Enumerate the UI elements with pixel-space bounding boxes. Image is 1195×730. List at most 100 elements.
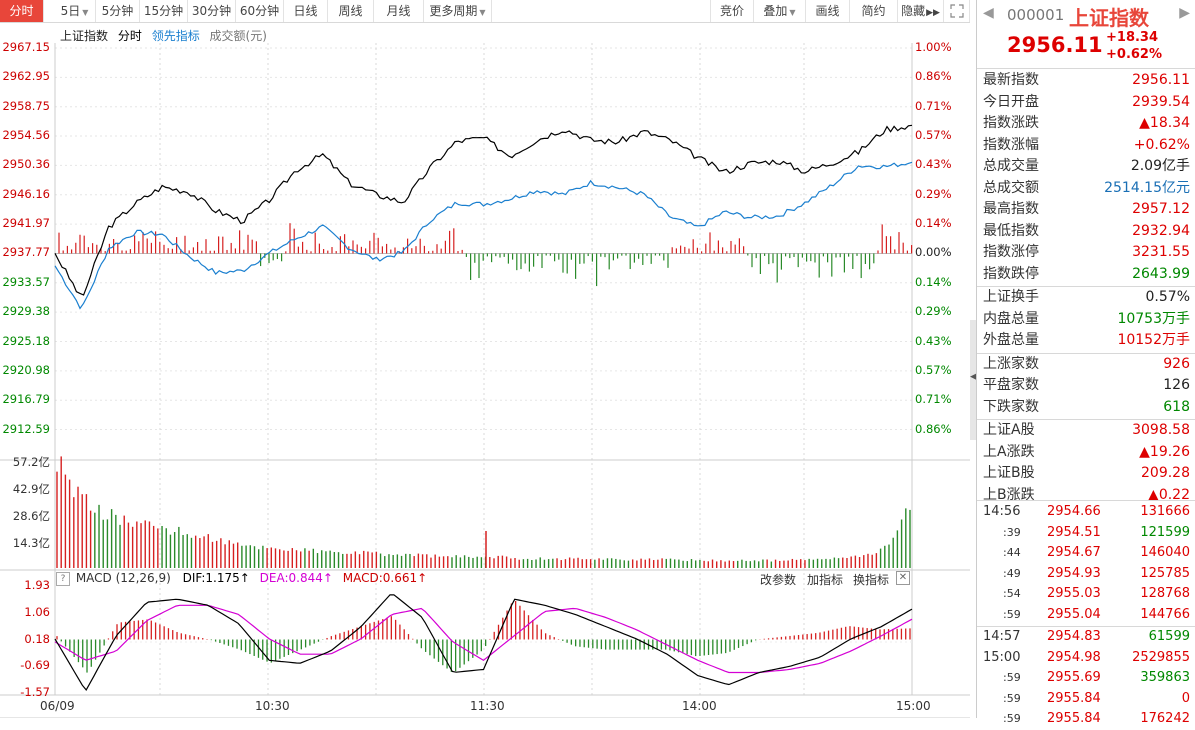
tick-price: 2955.03 xyxy=(1047,586,1101,601)
prev-stock-icon[interactable]: ◀ xyxy=(983,5,994,21)
tab-monthly[interactable]: 月线 xyxy=(374,0,424,22)
draw-line-button[interactable]: 画线 xyxy=(806,0,850,22)
legend-index: 上证指数 xyxy=(60,29,109,43)
expand-icon[interactable] xyxy=(944,0,970,22)
price-tick: 2933.57 xyxy=(2,274,50,289)
stat-value: ▲18.34 xyxy=(1139,115,1190,131)
tick-row: 14:56 2954.66 131666 xyxy=(977,502,1195,523)
tab-intraday[interactable]: 分时 xyxy=(0,0,44,22)
tab-5min[interactable]: 5分钟 xyxy=(96,0,140,22)
legend-amount: 成交额(元) xyxy=(209,29,267,43)
stat-row: 上涨家数 926 xyxy=(977,354,1195,375)
tick-volume: 125785 xyxy=(1140,565,1190,581)
percent-tick: 0.29% xyxy=(915,304,952,319)
price-tick: 2912.59 xyxy=(2,421,50,436)
macd-tick: 1.06 xyxy=(24,604,50,619)
price-tick: 2925.18 xyxy=(2,333,50,348)
tick-price: 2954.51 xyxy=(1047,524,1101,540)
stock-code: 000001 xyxy=(1007,6,1065,24)
stat-label: 指数涨幅 xyxy=(983,136,1039,153)
price-tick: 2937.77 xyxy=(2,245,50,260)
price-tick: 2958.75 xyxy=(2,98,50,113)
tick-volume: 146040 xyxy=(1140,545,1190,560)
tick-row: :59 2955.84 176242 xyxy=(977,709,1195,730)
change-params-button[interactable]: 改参数 xyxy=(760,571,796,588)
overlay-button[interactable]: 叠加 ▼ xyxy=(754,0,806,22)
percent-tick: 0.71% xyxy=(915,392,952,407)
tick-price: 2955.04 xyxy=(1047,606,1101,622)
tab-5day[interactable]: 5日 ▼ xyxy=(54,0,96,22)
tick-volume: 131666 xyxy=(1140,504,1190,519)
time-tick: 10:30 xyxy=(255,699,290,713)
stat-row: 下跌家数 618 xyxy=(977,397,1195,418)
tick-volume: 0 xyxy=(1181,690,1190,706)
stat-label: 最新指数 xyxy=(983,72,1039,88)
time-tick: 11:30 xyxy=(470,699,505,713)
tick-price: 2954.98 xyxy=(1047,649,1101,665)
stat-row: 上A涨跌 ▲19.26 xyxy=(977,442,1195,463)
tick-volume: 176242 xyxy=(1140,711,1190,726)
stat-row: 指数涨跌 ▲18.34 xyxy=(977,113,1195,134)
tick-volume: 61599 xyxy=(1148,629,1190,644)
legend-lead[interactable]: 领先指标 xyxy=(152,29,200,43)
intraday-chart[interactable] xyxy=(0,23,970,718)
tab-weekly[interactable]: 周线 xyxy=(328,0,374,22)
price-tick: 2920.98 xyxy=(2,362,50,377)
stat-label: 平盘家数 xyxy=(983,377,1039,393)
percent-tick: 0.43% xyxy=(915,333,952,348)
stat-label: 上证换手 xyxy=(983,289,1039,305)
next-stock-icon[interactable]: ▶ xyxy=(1179,5,1190,21)
stat-row: 最高指数 2957.12 xyxy=(977,199,1195,220)
stat-value: 618 xyxy=(1163,398,1190,415)
tick-price: 2954.67 xyxy=(1047,545,1101,560)
stat-value: 2514.15亿元 xyxy=(1104,179,1190,196)
chevron-down-icon: ▼ xyxy=(82,8,89,17)
switch-indicator-button[interactable]: 换指标 xyxy=(853,571,889,588)
tick-price: 2954.93 xyxy=(1047,565,1101,581)
time-tick: 15:00 xyxy=(896,699,931,713)
stat-unit: 万手 xyxy=(1162,310,1190,327)
tick-time: 15:00 xyxy=(983,649,1021,665)
auction-button[interactable]: 竞价 xyxy=(710,0,754,22)
time-tick: 06/09 xyxy=(40,699,75,713)
tab-more-periods-label: 更多周期 xyxy=(429,4,478,18)
close-icon[interactable]: ✕ xyxy=(896,571,910,585)
stat-label: 上证B股 xyxy=(983,465,1035,481)
last-price: 2956.11 xyxy=(1007,33,1103,57)
macd-tick: 0.18 xyxy=(24,631,50,646)
help-icon[interactable]: ? xyxy=(56,571,70,586)
add-indicator-button[interactable]: 加指标 xyxy=(807,571,843,588)
tick-volume: 121599 xyxy=(1140,524,1190,540)
macd-header: ? MACD (12,26,9) DIF:1.175↑ DEA:0.844↑ M… xyxy=(56,571,970,587)
macd-value: MACD:0.661↑ xyxy=(342,571,428,585)
stat-row: 最新指数 2956.11 xyxy=(977,70,1195,91)
tab-60min[interactable]: 60分钟 xyxy=(236,0,284,22)
tick-row: :49 2954.93 125785 xyxy=(977,564,1195,585)
stat-row: 上证换手 0.57% xyxy=(977,287,1195,308)
tab-30min[interactable]: 30分钟 xyxy=(188,0,236,22)
simple-mode-button[interactable]: 简约 xyxy=(850,0,898,22)
tab-15min[interactable]: 15分钟 xyxy=(140,0,188,22)
tick-time: :59 xyxy=(1003,607,1021,621)
stat-label: 外盘总量 xyxy=(983,332,1039,348)
tab-daily[interactable]: 日线 xyxy=(284,0,328,22)
price-tick: 2962.95 xyxy=(2,69,50,84)
percent-tick: 0.71% xyxy=(915,98,952,113)
tick-volume: 128768 xyxy=(1140,586,1190,601)
tab-more-periods[interactable]: 更多周期 ▼ xyxy=(424,0,492,22)
tick-price: 2955.69 xyxy=(1047,670,1101,685)
stat-value: 10753万手 xyxy=(1117,310,1190,327)
stat-row: 指数跌停 2643.99 xyxy=(977,264,1195,285)
stat-value: 2939.54 xyxy=(1132,93,1190,110)
tick-time: :59 xyxy=(1003,671,1021,684)
tick-time: 14:56 xyxy=(983,504,1021,519)
tick-row: :59 2955.69 359863 xyxy=(977,668,1195,689)
price-tick: 2954.56 xyxy=(2,128,50,143)
percent-tick: 0.86% xyxy=(915,421,952,436)
stat-unit: 亿元 xyxy=(1162,179,1190,196)
tick-price: 2955.84 xyxy=(1047,690,1101,706)
hide-button[interactable]: 隐藏▶▶ xyxy=(898,0,944,22)
tick-volume: 359863 xyxy=(1140,670,1190,685)
percent-tick: 1.00% xyxy=(915,40,952,54)
stat-value: 2956.11 xyxy=(1132,72,1190,88)
